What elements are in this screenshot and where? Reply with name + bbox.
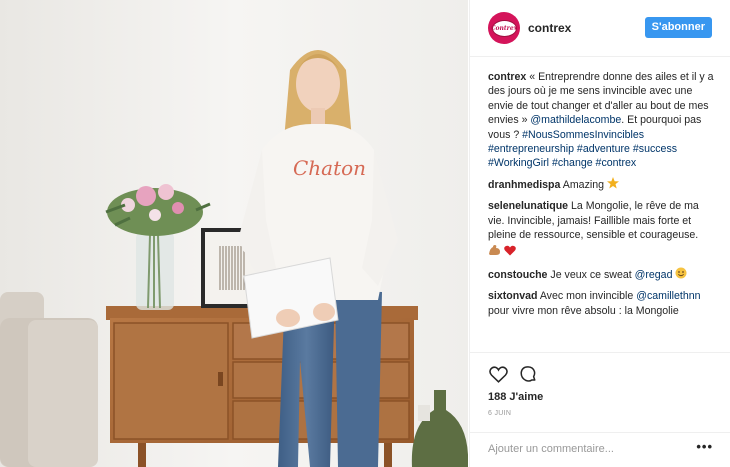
like-button[interactable] <box>488 364 508 384</box>
comment-mention[interactable]: @regad <box>635 269 673 281</box>
caption-username[interactable]: contrex <box>488 71 526 83</box>
post-username[interactable]: contrex <box>528 21 571 35</box>
comment-list: contrex « Entreprendre donne des ailes e… <box>488 70 718 324</box>
caption: contrex « Entreprendre donne des ailes e… <box>488 70 718 171</box>
heart-icon <box>488 365 508 383</box>
list-item: sixtonvad Avec mon invincible @camilleth… <box>488 289 718 318</box>
comment-username[interactable]: constouche <box>488 269 547 281</box>
comment-button[interactable] <box>518 364 538 384</box>
comment-icon <box>520 366 536 382</box>
action-bar <box>488 364 538 384</box>
star-emoji-icon <box>606 176 619 193</box>
post-date: 6 JUIN <box>488 410 512 417</box>
more-options-button[interactable]: ••• <box>696 439 713 454</box>
follow-button[interactable]: S'abonner <box>644 17 712 38</box>
brand-logo: Contrex <box>491 19 517 37</box>
caption-mention[interactable]: @mathildelacombe <box>530 114 621 126</box>
comment-username[interactable]: sixtonvad <box>488 290 537 302</box>
likes-count[interactable]: 188 J'aime <box>488 391 543 403</box>
avatar[interactable]: Contrex <box>488 12 520 44</box>
comment-text: Avec mon invincible <box>539 290 637 303</box>
sweater-embroidery: Chaton <box>293 156 367 180</box>
post-footer: 188 J'aime 6 JUIN ••• <box>470 352 730 467</box>
post-header: Contrex contrex S'abonner <box>470 0 730 57</box>
comment-text: Je veux ce sweat <box>550 268 635 281</box>
post-panel: Contrex contrex S'abonner contrex « Entr… <box>469 0 730 467</box>
comment-text: Amazing <box>562 178 607 191</box>
comment-input[interactable] <box>488 441 688 457</box>
post-photo <box>0 0 468 467</box>
flexed-biceps-emoji-icon <box>488 244 501 260</box>
comment-text-2: pour vivre mon rêve absolu : la Mongolie <box>488 304 679 317</box>
smiling-face-emoji-icon <box>675 267 687 283</box>
comment-username[interactable]: selenelunatique <box>488 200 568 212</box>
sofa <box>0 292 98 467</box>
comment-mention[interactable]: @camillethnn <box>636 290 700 302</box>
add-comment-bar: ••• <box>470 432 730 467</box>
red-heart-emoji-icon <box>504 245 516 260</box>
list-item: selenelunatique La Mongolie, le rêve de … <box>488 199 718 261</box>
comment-username[interactable]: dranhmedispa <box>488 179 560 191</box>
list-item: dranhmedispa Amazing <box>488 176 718 193</box>
post-image[interactable]: Chaton <box>0 0 468 467</box>
list-item: constouche Je veux ce sweat @regad <box>488 267 718 283</box>
